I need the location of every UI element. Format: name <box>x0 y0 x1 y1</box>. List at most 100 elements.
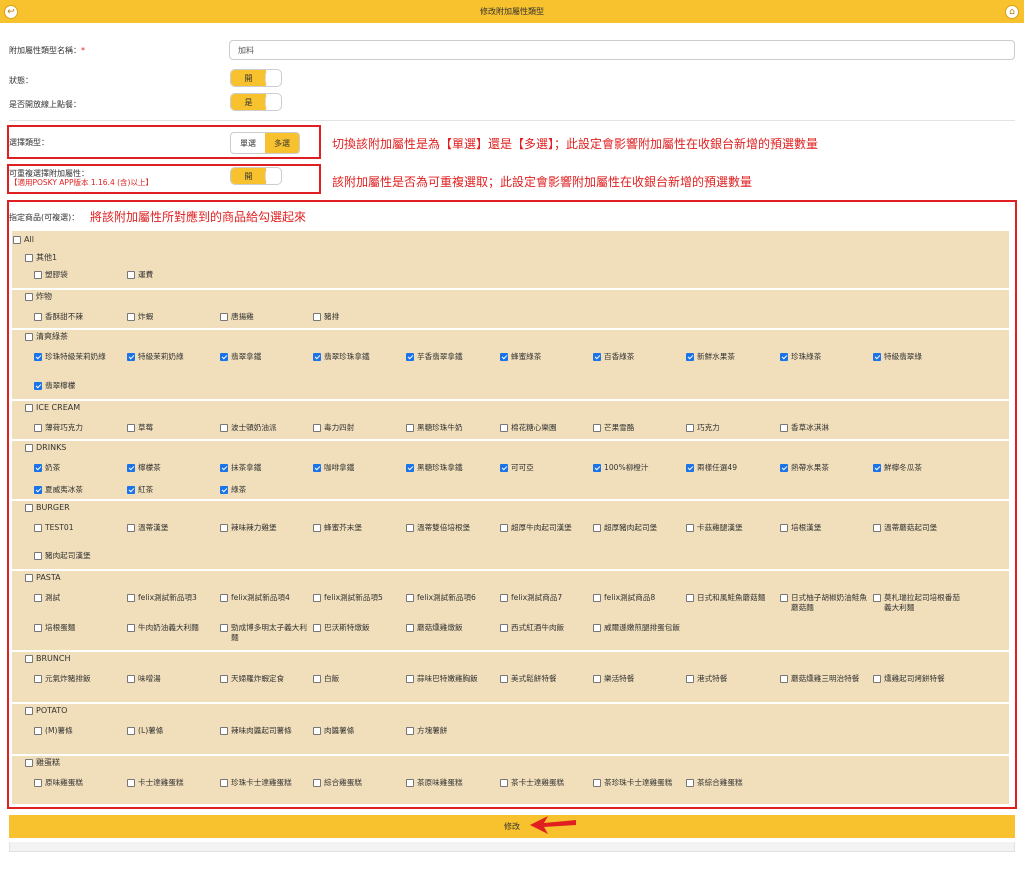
product-item[interactable]: 綜合雞蛋糕 <box>313 778 401 788</box>
product-checkbox[interactable] <box>500 424 508 432</box>
product-item[interactable]: 日式柚子胡椒奶油鮭魚蘑菇麵 <box>780 593 868 613</box>
product-checkbox[interactable] <box>34 594 42 602</box>
product-item[interactable]: 樂活特餐 <box>593 674 681 684</box>
category-header[interactable]: BRUNCH <box>25 654 71 664</box>
product-item[interactable]: 燻雞起司烤餅特餐 <box>873 674 961 684</box>
product-item[interactable]: 100%柳橙汁 <box>593 463 681 473</box>
product-item[interactable]: felix測試新品項3 <box>127 593 215 603</box>
product-item[interactable]: 薄荷巧克力 <box>34 423 122 433</box>
product-checkbox[interactable] <box>873 594 881 602</box>
category-header[interactable]: 炸物 <box>25 292 52 302</box>
product-item[interactable]: 蘑菇燻雞三明治特餐 <box>780 674 868 684</box>
product-item[interactable]: 可可亞 <box>500 463 588 473</box>
product-checkbox[interactable] <box>593 353 601 361</box>
product-checkbox[interactable] <box>34 552 42 560</box>
product-checkbox[interactable] <box>220 313 228 321</box>
product-item[interactable]: 黑糖珍珠拿鐵 <box>406 463 494 473</box>
checkbox[interactable] <box>25 444 33 452</box>
product-item[interactable]: 蜂蜜綠茶 <box>500 352 588 362</box>
product-checkbox[interactable] <box>220 594 228 602</box>
product-checkbox[interactable] <box>780 524 788 532</box>
product-item[interactable]: (L)薯條 <box>127 726 215 736</box>
product-checkbox[interactable] <box>406 464 414 472</box>
product-item[interactable]: 辣味辣力雞堡 <box>220 523 308 533</box>
product-checkbox[interactable] <box>34 624 42 632</box>
product-checkbox[interactable] <box>220 353 228 361</box>
category-header[interactable]: 清爽綠茶 <box>25 332 68 342</box>
product-item[interactable]: 蒜味巴特嫩雞胸飯 <box>406 674 494 684</box>
category-header[interactable]: POTATO <box>25 706 67 716</box>
product-item[interactable]: 棉花糖心樂園 <box>500 423 588 433</box>
product-checkbox[interactable] <box>313 424 321 432</box>
product-item[interactable]: 蜂蜜芥末堡 <box>313 523 401 533</box>
checkbox[interactable] <box>25 759 33 767</box>
product-checkbox[interactable] <box>686 779 694 787</box>
product-checkbox[interactable] <box>34 779 42 787</box>
checkbox[interactable] <box>13 236 21 244</box>
product-item[interactable]: 黑糖珍珠牛奶 <box>406 423 494 433</box>
product-checkbox[interactable] <box>593 424 601 432</box>
product-item[interactable]: 巴沃斯特燉飯 <box>313 623 401 633</box>
product-item[interactable]: 培根漢堡 <box>780 523 868 533</box>
product-checkbox[interactable] <box>313 624 321 632</box>
multi-select-option[interactable]: 多選 <box>265 133 299 153</box>
product-checkbox[interactable] <box>406 675 414 683</box>
product-item[interactable]: felix測試商品8 <box>593 593 681 603</box>
product-checkbox[interactable] <box>500 675 508 683</box>
product-checkbox[interactable] <box>313 464 321 472</box>
repeat-toggle[interactable]: 開 <box>230 167 282 185</box>
home-icon[interactable]: ⌂ <box>1005 5 1019 19</box>
checkbox[interactable] <box>25 655 33 663</box>
category-header[interactable]: 其他1 <box>25 253 57 263</box>
submit-button[interactable]: 修改 <box>9 815 1015 838</box>
product-checkbox[interactable] <box>127 524 135 532</box>
product-checkbox[interactable] <box>220 727 228 735</box>
product-item[interactable]: 溫蒂蘑菇起司堡 <box>873 523 961 533</box>
product-checkbox[interactable] <box>34 524 42 532</box>
category-header[interactable]: BURGER <box>25 503 70 513</box>
product-item[interactable]: 波士頓奶油派 <box>220 423 308 433</box>
product-item[interactable]: 肉醬薯條 <box>313 726 401 736</box>
product-item[interactable]: 天婦羅炸蝦定食 <box>220 674 308 684</box>
product-checkbox[interactable] <box>34 313 42 321</box>
product-item[interactable]: 茶卡士達雞蛋糕 <box>500 778 588 788</box>
product-item[interactable]: 草莓 <box>127 423 215 433</box>
product-checkbox[interactable] <box>313 353 321 361</box>
product-item[interactable]: 香酥甜不辣 <box>34 312 122 322</box>
product-checkbox[interactable] <box>873 353 881 361</box>
product-item[interactable]: 抹茶拿鐵 <box>220 463 308 473</box>
product-checkbox[interactable] <box>127 313 135 321</box>
product-item[interactable]: 港式特餐 <box>686 674 774 684</box>
product-checkbox[interactable] <box>500 524 508 532</box>
product-checkbox[interactable] <box>127 675 135 683</box>
product-checkbox[interactable] <box>406 424 414 432</box>
product-checkbox[interactable] <box>34 675 42 683</box>
category-header[interactable]: DRINKS <box>25 443 66 453</box>
product-item[interactable]: 香草冰淇淋 <box>780 423 868 433</box>
product-item[interactable]: 塑膠袋 <box>34 270 122 280</box>
checkbox[interactable] <box>25 404 33 412</box>
product-checkbox[interactable] <box>686 594 694 602</box>
product-checkbox[interactable] <box>313 313 321 321</box>
product-checkbox[interactable] <box>313 524 321 532</box>
product-item[interactable]: 測試 <box>34 593 122 603</box>
product-checkbox[interactable] <box>873 464 881 472</box>
product-item[interactable]: 運費 <box>127 270 215 280</box>
product-checkbox[interactable] <box>686 464 694 472</box>
product-checkbox[interactable] <box>34 464 42 472</box>
product-checkbox[interactable] <box>593 594 601 602</box>
product-item[interactable]: 奶茶 <box>34 463 122 473</box>
product-checkbox[interactable] <box>127 353 135 361</box>
product-checkbox[interactable] <box>34 424 42 432</box>
product-checkbox[interactable] <box>127 464 135 472</box>
product-checkbox[interactable] <box>500 624 508 632</box>
product-checkbox[interactable] <box>220 624 228 632</box>
product-item[interactable]: 紅茶 <box>127 485 215 495</box>
product-item[interactable]: felix測試新品項5 <box>313 593 401 603</box>
product-checkbox[interactable] <box>220 779 228 787</box>
product-item[interactable]: 毒力四射 <box>313 423 401 433</box>
product-item[interactable]: 莫札瑞拉起司培根番茄義大利麵 <box>873 593 961 613</box>
product-checkbox[interactable] <box>780 424 788 432</box>
product-item[interactable]: 芋香翡翠拿鐵 <box>406 352 494 362</box>
product-item[interactable]: 咖啡拿鐵 <box>313 463 401 473</box>
